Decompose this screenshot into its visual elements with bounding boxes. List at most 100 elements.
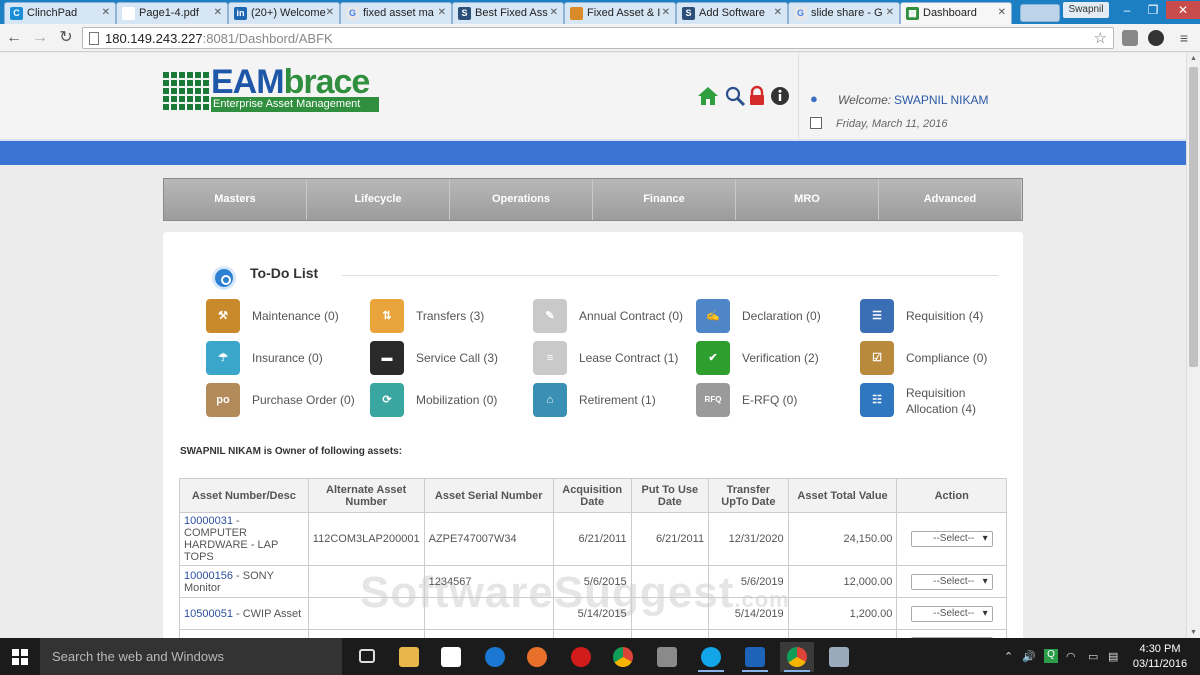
restore-icon[interactable]: ❐ [1140,1,1166,19]
chrome-open-icon[interactable] [780,642,814,672]
browser-tab[interactable]: ▦ Dashboard ✕ [900,2,1012,24]
todo-item[interactable]: ☂ Insurance (0) [206,341,366,377]
address-bar[interactable]: 180.149.243.227:8081/Dashbord/ABFK ☆ [82,27,1114,49]
close-window-icon[interactable]: ✕ [1166,1,1200,19]
task-view-icon[interactable] [350,642,384,672]
opera-icon[interactable] [564,642,598,672]
todo-item[interactable]: ▬ Service Call (3) [370,341,530,377]
windows-start-icon[interactable] [12,649,28,665]
notifications-icon[interactable]: ▤ [1108,650,1118,663]
scroll-down-icon[interactable]: ▼ [1190,629,1197,636]
scroll-up-icon[interactable]: ▲ [1190,55,1197,62]
browser-tab[interactable]: C ClinchPad ✕ [4,2,116,24]
tab-close-icon[interactable]: ✕ [886,7,894,18]
tray-chevron-icon[interactable]: ⌃ [1004,650,1013,663]
col-acquisition-date[interactable]: Acquisition Date [552,478,632,513]
outlook-icon[interactable] [738,642,772,672]
browser-tab[interactable]: in (20+) Welcome ✕ [228,2,340,24]
tab-close-icon[interactable]: ✕ [774,7,782,18]
page-scrollbar[interactable]: ▲ ▼ [1186,53,1200,638]
menu-item-finance[interactable]: Finance [593,179,736,220]
todo-item[interactable]: ✍ Declaration (0) [696,299,856,335]
tab-close-icon[interactable]: ✕ [326,7,334,18]
cycle-icon: ⟳ [370,383,404,417]
welcome-user-name[interactable]: SWAPNIL NIKAM [894,93,988,107]
lock-icon[interactable] [746,85,768,107]
file-explorer-icon[interactable] [392,642,426,672]
todo-list-icon [212,266,236,290]
browser-user-button[interactable]: Swapnil [1063,2,1109,18]
taskbar-clock[interactable]: 4:30 PM 03/11/2016 [1130,642,1190,672]
browser-tab[interactable]: Gfixed asset ma ✕ [340,2,452,24]
asset-number-link[interactable]: 10000031 [184,515,233,527]
battery-icon[interactable]: ▭ [1088,650,1098,663]
todo-item[interactable]: ✔ Verification (2) [696,341,856,377]
action-select[interactable]: --Select-- [910,605,993,622]
todo-item[interactable]: ☑ Compliance (0) [860,341,1020,377]
menu-item-lifecycle[interactable]: Lifecycle [307,179,450,220]
scrollbar-thumb[interactable] [1189,67,1198,367]
todo-item[interactable]: ✎ Annual Contract (0) [533,299,693,335]
todo-item[interactable]: ⟳ Mobilization (0) [370,383,530,419]
bookmark-star-icon[interactable]: ☆ [1094,29,1107,47]
col-transfer-date[interactable]: Transfer UpTo Date [708,478,789,513]
browser-tab[interactable]: Page1-4.pdf ✕ [116,2,228,24]
store-icon[interactable] [434,642,468,672]
menu-item-operations[interactable]: Operations [450,179,593,220]
extension-icon-2[interactable] [1148,30,1164,46]
tray-app-icon[interactable]: Q [1044,649,1058,663]
search-icon[interactable] [724,85,746,107]
col-asset-number[interactable]: Asset Number/Desc [179,478,309,513]
tab-close-icon[interactable]: ✕ [550,7,558,18]
home-icon[interactable] [697,85,719,107]
chrome-icon[interactable] [606,642,640,672]
asset-desc: - CWIP Asset [232,607,302,620]
todo-item[interactable]: ⌂ Retirement (1) [533,383,693,419]
menu-item-mro[interactable]: MRO [736,179,879,220]
info-icon[interactable] [769,85,791,107]
tab-close-icon[interactable]: ✕ [102,7,110,18]
todo-item[interactable]: ⚒ Maintenance (0) [206,299,366,335]
new-tab-button[interactable] [1020,4,1060,22]
forward-icon[interactable]: → [30,28,50,48]
tab-close-icon[interactable]: ✕ [662,7,670,18]
col-put-to-use-date[interactable]: Put To Use Date [630,478,710,513]
tab-close-icon[interactable]: ✕ [998,7,1006,18]
browser-tab[interactable]: S Best Fixed Ass ✕ [452,2,564,24]
browser-tab[interactable]: Gslide share - G ✕ [788,2,900,24]
paint-icon[interactable] [650,642,684,672]
todo-item[interactable]: ≡ Lease Contract (1) [533,341,693,377]
extension-icon[interactable] [1122,30,1138,46]
todo-item[interactable]: RFQ E-RFQ (0) [696,383,856,419]
menu-item-masters[interactable]: Masters [164,179,307,220]
edge-icon[interactable] [478,642,512,672]
tab-close-icon[interactable]: ✕ [214,7,222,18]
back-icon[interactable]: ← [4,28,24,48]
action-select[interactable]: --Select-- [910,573,993,590]
volume-icon[interactable]: 🔊 [1022,650,1036,663]
taskbar-search-input[interactable]: Search the web and Windows [40,638,342,675]
todo-item[interactable]: ⇅ Transfers (3) [370,299,530,335]
firefox-icon[interactable] [520,642,554,672]
todo-item[interactable]: ☷ Requisition Allocation (4) [860,383,1020,419]
asset-number-link[interactable]: 10500051 [184,608,233,620]
wifi-icon[interactable]: ◠ [1066,650,1076,663]
browser-tab[interactable]: S Add Software ✕ [676,2,788,24]
skype-icon[interactable] [694,642,728,672]
snipping-tool-icon[interactable] [822,642,856,672]
col-asset-value[interactable]: Asset Total Value [787,478,898,513]
todo-item-label: E-RFQ (0) [742,393,798,407]
todo-item[interactable]: ☰ Requisition (4) [860,299,1020,335]
menu-item-advanced[interactable]: Advanced [879,179,1022,220]
col-serial-number[interactable]: Asset Serial Number [423,478,554,513]
menu-icon[interactable]: ≡ [1174,28,1194,48]
asset-number-link[interactable]: 10000156 [184,570,233,582]
tab-favicon-icon [122,7,135,20]
browser-tab[interactable]: Fixed Asset & I ✕ [564,2,676,24]
todo-item[interactable]: po Purchase Order (0) [206,383,366,419]
col-alternate-number[interactable]: Alternate Asset Number [307,478,425,513]
reload-icon[interactable]: ↻ [56,28,76,48]
action-select[interactable]: --Select-- [910,531,993,547]
minimize-icon[interactable]: – [1114,1,1140,19]
tab-close-icon[interactable]: ✕ [438,7,446,18]
